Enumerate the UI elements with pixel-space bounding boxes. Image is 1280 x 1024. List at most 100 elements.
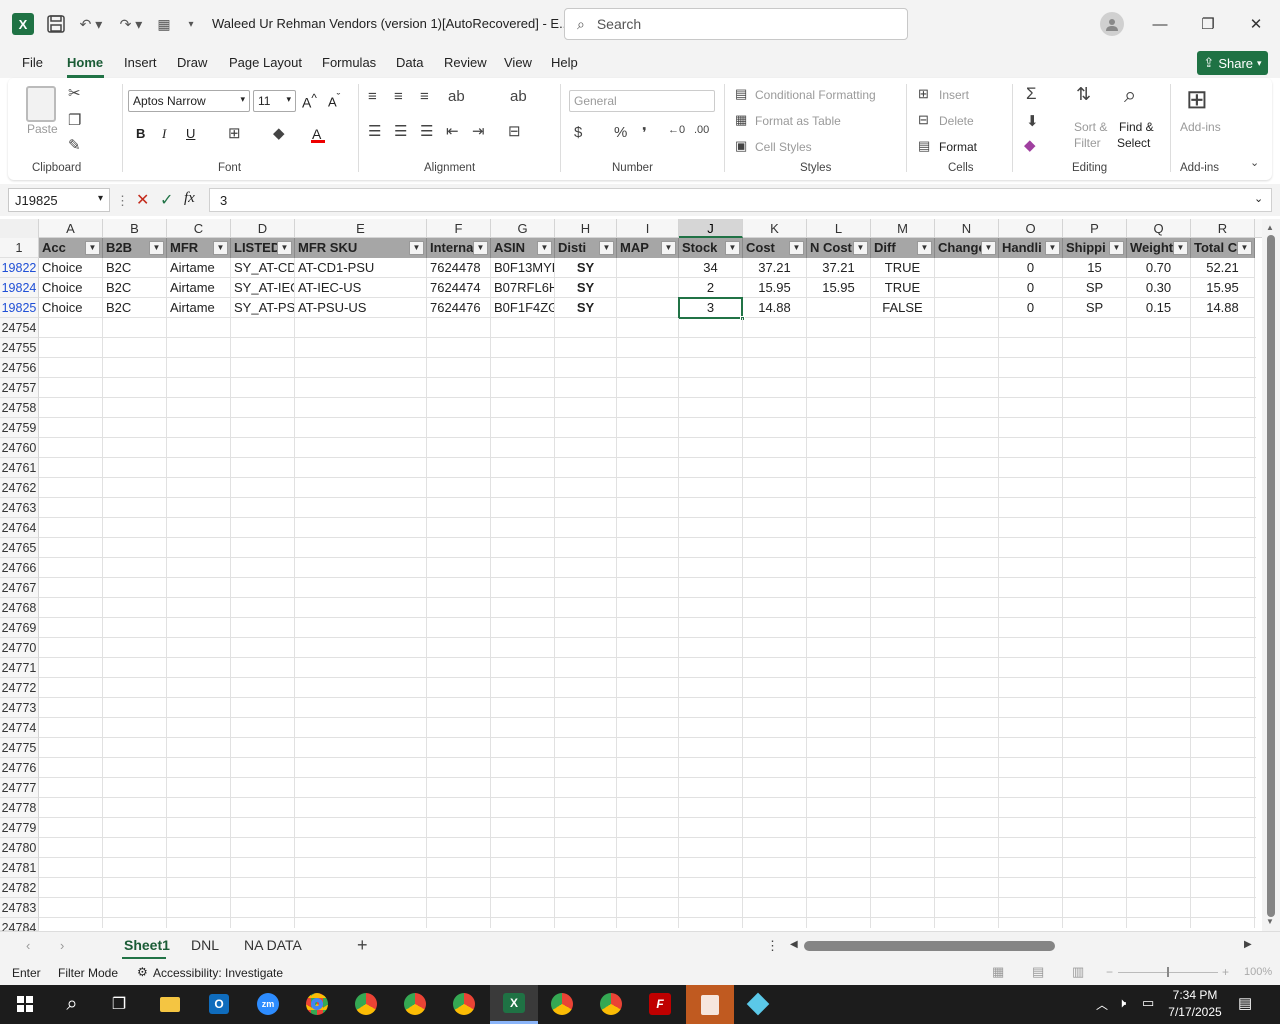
font-size-combo[interactable]: 11 ▾ <box>253 90 296 112</box>
table-cell[interactable]: SY_AT-IEC- <box>231 278 295 298</box>
filter-dropdown-icon[interactable]: ▼ <box>599 241 614 255</box>
table-header-cell[interactable]: Diff ▼ <box>871 238 935 258</box>
column-header-r[interactable]: R <box>1191 219 1255 238</box>
start-icon[interactable] <box>8 989 42 1019</box>
decrease-font-icon[interactable]: Aˇ <box>328 92 340 109</box>
find-label-1[interactable]: Find & <box>1119 120 1154 134</box>
insert-function-icon[interactable]: fx <box>184 190 195 207</box>
table-cell[interactable]: B2C <box>103 298 167 318</box>
table-header-cell[interactable]: Disti ▼ <box>555 238 617 258</box>
filter-dropdown-icon[interactable]: ▼ <box>537 241 552 255</box>
table-cell[interactable]: FALSE <box>871 298 935 318</box>
scroll-left-icon[interactable]: ◀ <box>790 939 798 950</box>
column-header-o[interactable]: O <box>999 219 1063 238</box>
menu-home[interactable]: Home <box>67 55 103 70</box>
column-header-m[interactable]: M <box>871 219 935 238</box>
table-header-cell[interactable]: Total C ▼ <box>1191 238 1255 258</box>
column-header-k[interactable]: K <box>743 219 807 238</box>
row-header[interactable]: 24780 <box>0 838 39 858</box>
table-cell[interactable]: B0F1F4ZG\ <box>491 298 555 318</box>
table-cell[interactable]: 0 <box>999 278 1063 298</box>
table-cell[interactable]: B2C <box>103 278 167 298</box>
table-cell[interactable]: SP <box>1063 298 1127 318</box>
row-header[interactable]: 24771 <box>0 658 39 678</box>
merge-center-icon[interactable]: ⊟ <box>508 122 521 140</box>
scroll-up-icon[interactable]: ▲ <box>1266 223 1274 232</box>
column-header-b[interactable]: B <box>103 219 167 238</box>
row-header[interactable]: 24784 <box>0 918 39 935</box>
row-header[interactable]: 24775 <box>0 738 39 758</box>
table-header-cell[interactable]: MFR ▼ <box>167 238 231 258</box>
paste-label[interactable]: Paste <box>27 122 58 136</box>
align-right-icon[interactable]: ☰ <box>420 122 433 140</box>
table-cell[interactable]: SP <box>1063 278 1127 298</box>
row-header[interactable]: 24776 <box>0 758 39 778</box>
sort-label-2[interactable]: Filter <box>1074 136 1101 150</box>
table-header-cell[interactable]: MAP ▼ <box>617 238 679 258</box>
column-header-n[interactable]: N <box>935 219 999 238</box>
table-cell[interactable]: Airtame <box>167 298 231 318</box>
table-header-cell[interactable]: N Cost ▼ <box>807 238 871 258</box>
align-top-icon[interactable]: ≡ <box>368 88 377 105</box>
column-header-j[interactable]: J <box>679 219 743 238</box>
filter-dropdown-icon[interactable]: ▼ <box>1109 241 1124 255</box>
normal-view-icon[interactable]: ▦ <box>992 964 1004 980</box>
active-cell-outline[interactable] <box>678 297 743 319</box>
table-cell[interactable]: AT-IEC-US <box>295 278 427 298</box>
row-header[interactable]: 24772 <box>0 678 39 698</box>
collapse-ribbon-icon[interactable]: ⌄ <box>1250 156 1259 169</box>
row-header[interactable]: 24777 <box>0 778 39 798</box>
chrome-icon[interactable] <box>398 989 432 1019</box>
table-cell[interactable] <box>807 298 871 318</box>
align-middle-icon[interactable]: ≡ <box>394 88 403 105</box>
column-header-d[interactable]: D <box>231 219 295 238</box>
vertical-scrollbar[interactable]: ▲ ▼ <box>1262 219 1280 931</box>
menu-review[interactable]: Review <box>444 55 487 70</box>
table-cell[interactable]: TRUE <box>871 258 935 278</box>
volume-icon[interactable]: 🕨 <box>1118 995 1126 1011</box>
row-header[interactable]: 24754 <box>0 318 39 338</box>
table-cell[interactable]: SY <box>555 278 617 298</box>
table-cell[interactable]: 0.30 <box>1127 278 1191 298</box>
filter-dropdown-icon[interactable]: ▼ <box>277 241 292 255</box>
excel-taskbar-icon[interactable]: X <box>490 985 538 1024</box>
conditional-formatting-button[interactable]: Conditional Formatting <box>755 88 876 102</box>
sheet-tab-dnl[interactable]: DNL <box>191 937 219 953</box>
fill-icon[interactable]: ⬇ <box>1026 112 1039 130</box>
table-cell[interactable]: 14.88 <box>743 298 807 318</box>
column-header-f[interactable]: F <box>427 219 491 238</box>
row-header[interactable]: 24765 <box>0 538 39 558</box>
taskbar-date[interactable]: 7/17/2025 <box>1164 1005 1226 1019</box>
filter-dropdown-icon[interactable]: ▼ <box>149 241 164 255</box>
row-header[interactable]: 24763 <box>0 498 39 518</box>
table-header-cell[interactable]: Stock ▼ <box>679 238 743 258</box>
file-explorer-icon[interactable] <box>153 989 187 1019</box>
next-sheet-icon[interactable]: › <box>60 938 64 953</box>
format-as-table-button[interactable]: Format as Table <box>755 114 841 128</box>
table-cell[interactable] <box>617 258 679 278</box>
cell-styles-icon[interactable]: ▣ <box>735 138 747 154</box>
vertical-scroll-thumb[interactable] <box>1267 235 1275 917</box>
table-cell[interactable]: Airtame <box>167 278 231 298</box>
row-header[interactable]: 24764 <box>0 518 39 538</box>
find-select-icon[interactable]: ⌕ <box>1124 82 1136 108</box>
calculator-icon[interactable] <box>686 985 734 1024</box>
table-cell[interactable]: 7624474 <box>427 278 491 298</box>
chrome-icon[interactable] <box>300 989 334 1019</box>
tab-split-icon[interactable]: ⋮ <box>766 938 779 954</box>
table-header-cell[interactable]: Change ▼ <box>935 238 999 258</box>
row-header[interactable]: 24774 <box>0 718 39 738</box>
filter-dropdown-icon[interactable]: ▼ <box>85 241 100 255</box>
table-header-cell[interactable]: ASIN ▼ <box>491 238 555 258</box>
row-header[interactable]: 24783 <box>0 898 39 918</box>
row-header[interactable]: 24761 <box>0 458 39 478</box>
menu-view[interactable]: View <box>504 55 532 70</box>
zoom-app-icon[interactable]: zm <box>251 989 285 1019</box>
filter-dropdown-icon[interactable]: ▼ <box>789 241 804 255</box>
scroll-right-icon[interactable]: ▶ <box>1244 939 1252 950</box>
italic-button[interactable]: I <box>162 126 166 142</box>
table-cell[interactable]: 37.21 <box>743 258 807 278</box>
restore-icon[interactable]: ❐ <box>1185 0 1231 48</box>
table-cell[interactable]: SY_AT-PSU <box>231 298 295 318</box>
table-cell[interactable]: 0 <box>999 298 1063 318</box>
